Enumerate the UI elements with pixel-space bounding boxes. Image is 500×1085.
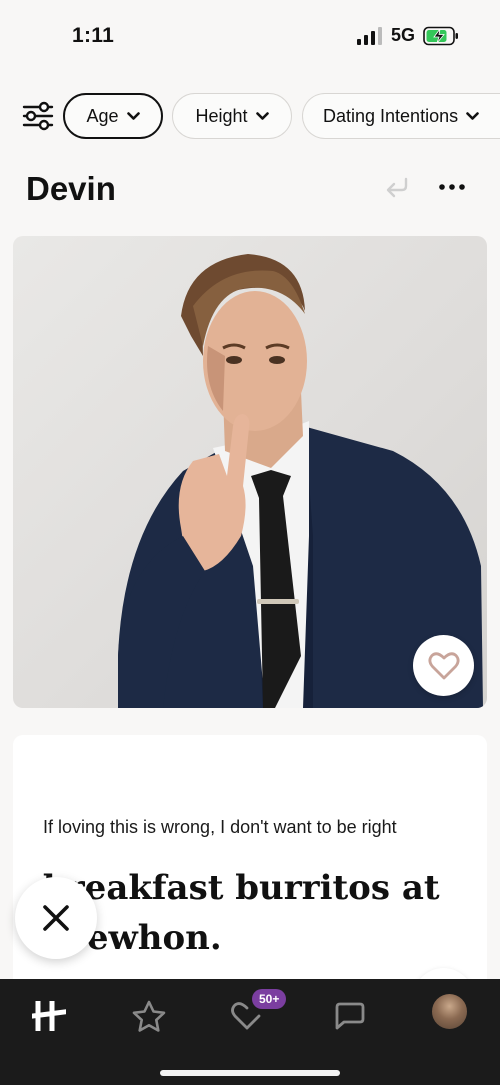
chat-icon — [335, 1002, 365, 1030]
likes-count-badge: 50+ — [252, 989, 287, 1009]
nav-matches[interactable] — [324, 991, 374, 1041]
prompt-answer-line: breakfast burritos at — [43, 868, 440, 908]
heart-icon — [427, 651, 460, 679]
status-bar: 1:11 5G — [0, 0, 500, 78]
prompt-card: If loving this is wrong, I don't want to… — [13, 735, 487, 995]
filter-chip-label: Age — [86, 105, 119, 126]
battery-charging-icon — [423, 26, 458, 46]
sliders-icon[interactable] — [20, 98, 56, 134]
profile-name: Devin — [26, 170, 116, 207]
bottom-nav: 50+ — [0, 979, 500, 1085]
home-indicator — [160, 1070, 340, 1076]
chevron-down-icon — [126, 111, 140, 120]
filter-chip-age[interactable]: Age — [63, 93, 163, 139]
nav-home[interactable] — [24, 991, 74, 1041]
network-type: 5G — [391, 25, 416, 45]
prompt-answer-line: Erewhon. — [43, 918, 222, 958]
nav-standouts[interactable] — [124, 991, 174, 1041]
chevron-down-icon — [255, 111, 269, 120]
cellular-signal-icon — [357, 27, 382, 45]
like-photo-button[interactable] — [413, 635, 474, 696]
status-time: 1:11 — [72, 24, 115, 47]
filter-chip-dating-intentions[interactable]: Dating Intentions — [302, 93, 500, 139]
chevron-down-icon — [466, 111, 479, 120]
star-icon — [132, 1000, 166, 1032]
more-dots-icon[interactable] — [438, 182, 466, 192]
undo-icon[interactable] — [384, 174, 410, 200]
profile-avatar[interactable] — [432, 994, 467, 1029]
prompt-question: If loving this is wrong, I don't want to… — [43, 817, 397, 837]
dismiss-button[interactable] — [15, 877, 97, 959]
filter-chip-label: Height — [195, 105, 248, 126]
filter-chip-label: Dating Intentions — [323, 105, 459, 126]
filter-bar: Age Height Dating Intentions — [0, 92, 500, 140]
prompt-answer: breakfast burritos at Erewhon. — [43, 863, 473, 963]
home-logo-icon — [32, 1001, 66, 1031]
close-icon — [43, 905, 69, 931]
profile-photo-image — [118, 254, 483, 708]
profile-photo[interactable] — [13, 236, 487, 708]
filter-chip-height[interactable]: Height — [172, 93, 292, 139]
